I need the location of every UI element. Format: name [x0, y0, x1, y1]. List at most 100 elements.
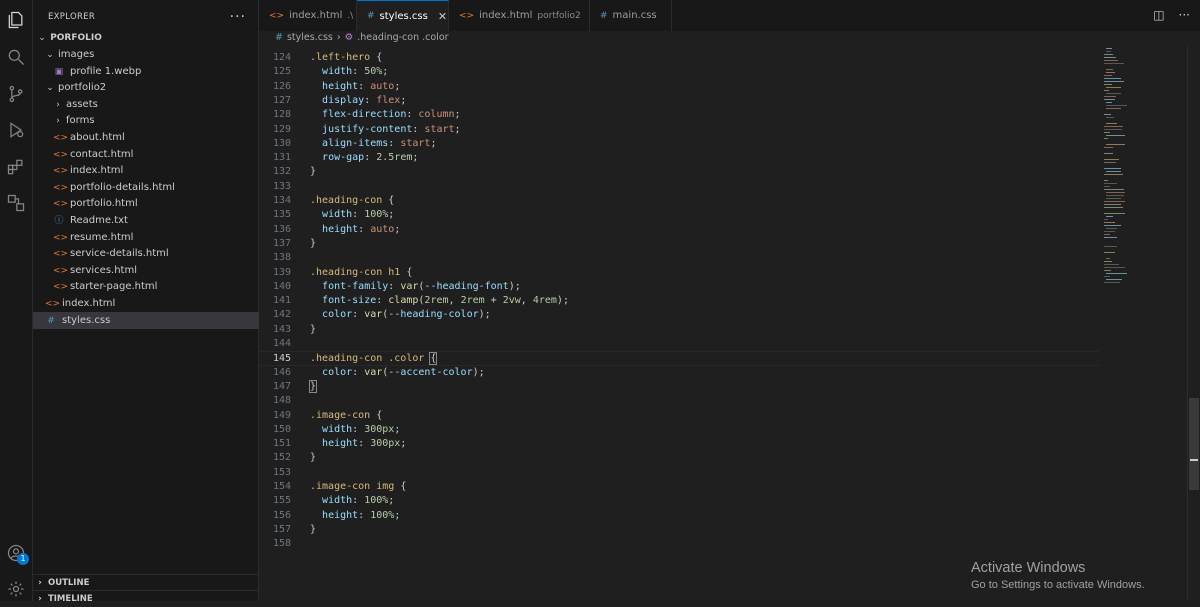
breadcrumb: # styles.css › ⚙ .heading-con .color — [259, 31, 1200, 45]
code-line[interactable]: 136 height: auto; — [259, 223, 1099, 237]
html-file-icon: <> — [53, 249, 69, 260]
tab-main-css[interactable]: # main.css — [590, 0, 672, 31]
tree-file[interactable]: <> resume.html — [33, 229, 278, 246]
scrollbar-thumb[interactable] — [1189, 398, 1199, 490]
code-token: { — [382, 195, 395, 206]
close-icon[interactable]: ✕ — [438, 10, 447, 23]
code-line[interactable]: 145 .heading-con .color { — [259, 351, 1099, 366]
code-line[interactable]: 150 width: 300px; — [259, 423, 1099, 437]
code-line[interactable]: 152} — [259, 451, 1099, 465]
split-editor-icon[interactable]: ◫ — [1153, 8, 1164, 22]
code-line[interactable]: 146 color: var(--accent-color); — [259, 366, 1099, 380]
outline-section[interactable]: › OUTLINE — [33, 574, 258, 591]
editor-scrollbar[interactable] — [1187, 46, 1200, 601]
tree-root-folder[interactable]: ⌄ PORFOLIO — [33, 29, 262, 46]
explorer-icon[interactable] — [4, 8, 28, 32]
code-line[interactable]: 148 — [259, 394, 1099, 408]
code-token: height — [322, 509, 359, 521]
css-file-icon: # — [47, 315, 55, 326]
code-line[interactable]: 151 height: 300px; — [259, 437, 1099, 451]
code-token: .image-con img — [310, 481, 395, 492]
code-line[interactable]: 131 row-gap: 2.5rem; — [259, 151, 1099, 165]
minimap[interactable] — [1104, 46, 1184, 286]
tab-styles-css[interactable]: # styles.css ✕ — [357, 0, 449, 31]
run-debug-icon[interactable] — [4, 118, 28, 142]
source-control-icon[interactable] — [4, 82, 28, 106]
code-line[interactable]: 128 flex-direction: column; — [259, 108, 1099, 122]
tree-file[interactable]: ▣ profile 1.webp — [33, 63, 278, 80]
code-line[interactable]: 130 align-items: start; — [259, 137, 1099, 151]
tree-folder[interactable]: ⌄ portfolio2 — [33, 79, 270, 96]
code-line[interactable]: 133 — [259, 180, 1099, 194]
code-line[interactable]: 147} — [259, 379, 1099, 394]
css-file-icon: # — [275, 32, 283, 43]
code-line[interactable]: 158 — [259, 537, 1099, 551]
code-line[interactable]: 127 display: flex; — [259, 94, 1099, 108]
tab-label: main.css — [612, 10, 657, 21]
tree-file[interactable]: <> service-details.html — [33, 245, 278, 262]
code-line[interactable]: 129 justify-content: start; — [259, 123, 1099, 137]
code-line[interactable]: 157} — [259, 523, 1099, 537]
code-line[interactable]: 154 .image-con img { — [259, 480, 1099, 494]
code-line[interactable]: 124 .left-hero { — [259, 51, 1099, 65]
code-token: { — [429, 352, 438, 366]
remote-explorer-icon[interactable] — [4, 191, 28, 215]
code-editor[interactable]: 124 .left-hero {125 width: 50%; 126 height… — [259, 46, 1200, 601]
tree-file[interactable]: <> about.html — [33, 129, 278, 146]
code-line[interactable]: 126 height: auto; — [259, 80, 1099, 94]
tree-file[interactable]: # styles.css — [33, 311, 270, 329]
extensions-icon[interactable] — [4, 155, 28, 179]
tree-file[interactable]: <> portfolio.html — [33, 195, 278, 212]
tree-file[interactable]: <> services.html — [33, 262, 278, 279]
code-line[interactable]: 156 height: 100%; — [259, 509, 1099, 523]
image-file-icon: ▣ — [54, 66, 64, 77]
code-line[interactable]: 149 .image-con { — [259, 409, 1099, 423]
code-line[interactable]: 135 width: 100%; — [259, 208, 1099, 222]
timeline-section[interactable]: › TIMELINE — [33, 590, 258, 607]
code-line[interactable]: 144 — [259, 337, 1099, 351]
code-line[interactable]: 155 width: 100%; — [259, 494, 1099, 508]
code-line[interactable]: 134 .heading-con { — [259, 194, 1099, 208]
code-line[interactable]: 138 — [259, 251, 1099, 265]
minimap-line — [1104, 234, 1110, 235]
code-line[interactable]: 141 font-size: clamp(2rem, 2rem + 2vw, 4… — [259, 294, 1099, 308]
code-line[interactable]: 137} — [259, 237, 1099, 251]
more-actions-icon[interactable]: ··· — [230, 9, 246, 25]
line-number: 149 — [272, 409, 291, 421]
code-line[interactable]: 143} — [259, 323, 1099, 337]
code-line[interactable]: 142 color: var(--heading-color); — [259, 308, 1099, 322]
code-line[interactable]: 125 width: 50%; — [259, 65, 1099, 79]
minimap-line — [1106, 279, 1122, 280]
breadcrumb-file[interactable]: styles.css — [287, 32, 333, 43]
code-line[interactable]: 140 font-family: var(--heading-font); — [259, 280, 1099, 294]
tree-folder[interactable]: ⌄ images — [33, 46, 270, 63]
tree-file[interactable]: <> portfolio-details.html — [33, 179, 278, 196]
tree-file[interactable]: <> starter-page.html — [33, 278, 278, 295]
more-actions-icon[interactable]: ··· — [1179, 8, 1190, 22]
minimap-line — [1106, 93, 1121, 94]
tree-file[interactable]: <> index.html — [33, 162, 278, 179]
code-line[interactable]: 132} — [259, 165, 1099, 179]
line-number: 143 — [272, 323, 291, 335]
tree-folder[interactable]: › forms — [33, 112, 278, 129]
breadcrumb-symbol[interactable]: .heading-con .color — [357, 32, 448, 43]
code-token: var — [364, 309, 383, 321]
search-icon[interactable] — [4, 45, 28, 69]
line-number: 151 — [272, 438, 291, 450]
tree-file[interactable]: ⓘ Readme.txt — [33, 212, 278, 229]
minimap-line — [1106, 48, 1112, 49]
tab-index-html[interactable]: <> index.html portfolio2 — [449, 0, 590, 31]
settings-gear-icon[interactable] — [4, 577, 28, 601]
code-line[interactable]: 139 .heading-con h1 { — [259, 266, 1099, 280]
minimap-line — [1104, 174, 1123, 175]
line-number: 125 — [272, 66, 291, 78]
tree-folder[interactable]: › assets — [33, 96, 278, 113]
tree-item-label: forms — [66, 115, 95, 127]
line-text: } — [310, 523, 316, 537]
tab-index-html[interactable]: <> index.html .\ — [259, 0, 357, 31]
code-line[interactable]: 153 — [259, 466, 1099, 480]
tree-file[interactable]: <> contact.html — [33, 146, 278, 163]
tree-file[interactable]: <> index.html — [33, 295, 270, 312]
